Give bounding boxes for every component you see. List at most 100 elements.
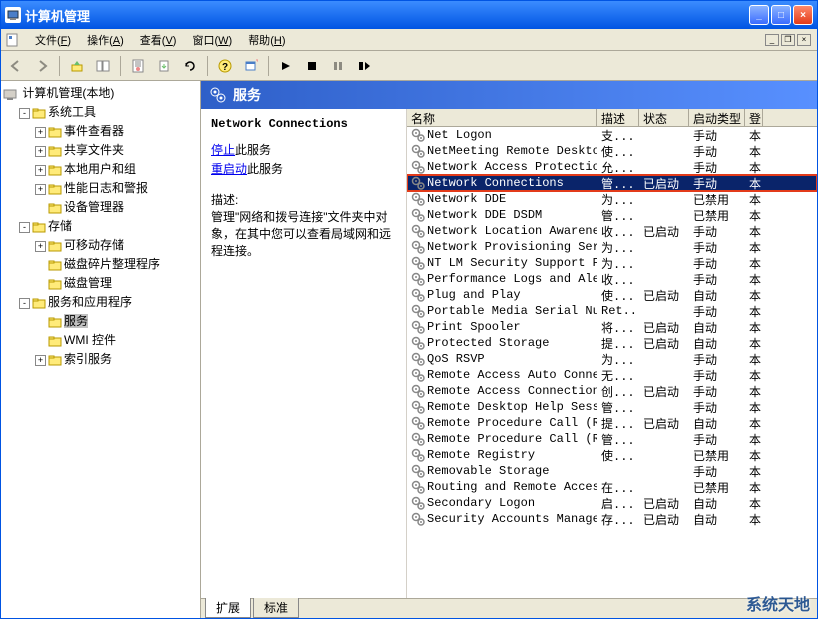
tree-node[interactable]: 设备管理器 [3,197,198,216]
service-row[interactable]: Network Location Awarene...收...已启动手动本 [407,223,817,239]
expand-icon[interactable]: + [35,355,46,366]
tree-node[interactable]: -系统工具 [3,102,198,121]
expand-icon[interactable]: + [35,241,46,252]
service-row[interactable]: Network DDE DSDM管...已禁用本 [407,207,817,223]
service-logon-cell: 本 [745,239,763,256]
service-row[interactable]: Network Access Protectio...允...手动本 [407,159,817,175]
service-row[interactable]: Network DDE为...已禁用本 [407,191,817,207]
col-description[interactable]: 描述 [597,109,639,126]
service-row[interactable]: Network Connections管...已启动手动本 [407,175,817,191]
tree-node[interactable]: 磁盘管理 [3,273,198,292]
tab-standard[interactable]: 标准 [253,598,299,618]
tree-node[interactable]: WMI 控件 [3,330,198,349]
tree-root[interactable]: 计算机管理(本地) [3,83,198,102]
menu-action[interactable]: 操作(A) [79,30,132,50]
service-row[interactable]: Print Spooler将...已启动自动本 [407,319,817,335]
service-startup-cell: 自动 [689,511,745,528]
service-name: Network Connections [211,117,396,131]
start-service-button[interactable] [275,55,297,77]
service-name-cell: Remote Desktop Help Sess... [427,400,597,414]
service-row[interactable]: Remote Procedure Call (RPC)提...已启动自动本 [407,415,817,431]
service-row[interactable]: Performance Logs and Alerts收...手动本 [407,271,817,287]
maximize-button[interactable]: □ [771,5,791,25]
tab-extended[interactable]: 扩展 [205,598,251,618]
tree-node[interactable]: -服务和应用程序 [3,292,198,311]
service-logon-cell: 本 [745,255,763,272]
service-row[interactable]: Security Accounts Manager存...已启动自动本 [407,511,817,527]
close-button[interactable]: × [793,5,813,25]
service-name-cell: Remote Registry [427,448,535,462]
forward-button[interactable] [31,55,53,77]
stop-service-link[interactable]: 停止 [211,143,235,157]
service-row[interactable]: Net Logon支...手动本 [407,127,817,143]
tree-node[interactable]: 服务 [3,311,198,330]
service-status-cell: 已启动 [639,335,689,352]
properties-button[interactable] [127,55,149,77]
service-row[interactable]: NT LM Security Support P...为...手动本 [407,255,817,271]
minimize-button[interactable]: _ [749,5,769,25]
titlebar[interactable]: 计算机管理 _ □ × [1,1,817,29]
tree-node[interactable]: +可移动存储 [3,235,198,254]
tree-node[interactable]: +性能日志和警报 [3,178,198,197]
tree-node[interactable]: +本地用户和组 [3,159,198,178]
show-hide-tree-button[interactable] [92,55,114,77]
back-button[interactable] [5,55,27,77]
refresh-button[interactable] [179,55,201,77]
service-startup-cell: 已禁用 [689,191,745,208]
expand-icon[interactable]: + [35,127,46,138]
service-row[interactable]: Network Provisioning Ser...为...手动本 [407,239,817,255]
service-row[interactable]: Secondary Logon启...已启动自动本 [407,495,817,511]
service-desc-cell: 存... [597,511,639,528]
expand-icon[interactable]: - [19,298,30,309]
expand-icon[interactable]: - [19,222,30,233]
tree-node[interactable]: 磁盘碎片整理程序 [3,254,198,273]
expand-icon[interactable]: + [35,184,46,195]
restart-service-link[interactable]: 重启动 [211,162,247,176]
menu-window[interactable]: 窗口(W) [184,30,240,50]
service-row[interactable]: NetMeeting Remote Deskto...使...手动本 [407,143,817,159]
up-button[interactable] [66,55,88,77]
app-icon [5,7,21,23]
restart-service-button[interactable] [353,55,375,77]
service-row[interactable]: Portable Media Serial Nu...Ret...手动本 [407,303,817,319]
expand-icon[interactable]: + [35,146,46,157]
expand-icon[interactable]: + [35,165,46,176]
tree-node[interactable]: +事件查看器 [3,121,198,140]
service-icon [411,256,425,270]
col-status[interactable]: 状态 [639,109,689,126]
service-startup-cell: 自动 [689,495,745,512]
mdi-minimize[interactable]: _ [765,34,779,46]
help-button[interactable]: ? [214,55,236,77]
service-desc-cell: 管... [597,399,639,416]
col-name[interactable]: 名称 [407,109,597,126]
service-row[interactable]: Remote Desktop Help Sess...管...手动本 [407,399,817,415]
stop-service-button[interactable] [301,55,323,77]
service-row[interactable]: Protected Storage提...已启动自动本 [407,335,817,351]
tree-node[interactable]: +索引服务 [3,349,198,368]
expand-icon[interactable]: - [19,108,30,119]
tree-node[interactable]: -存储 [3,216,198,235]
service-row[interactable]: Remote Access Auto Conne...无...手动本 [407,367,817,383]
tree-panel[interactable]: 计算机管理(本地) -系统工具+事件查看器+共享文件夹+本地用户和组+性能日志和… [1,81,201,618]
new-window-button[interactable] [240,55,262,77]
service-row[interactable]: Removable Storage手动本 [407,463,817,479]
menu-file[interactable]: 文件(F) [27,30,79,50]
export-button[interactable] [153,55,175,77]
service-row[interactable]: Remote Registry使...已禁用本 [407,447,817,463]
service-row[interactable]: QoS RSVP为...手动本 [407,351,817,367]
service-name-cell: Print Spooler [427,320,521,334]
pause-service-button[interactable] [327,55,349,77]
mdi-close[interactable]: × [797,34,811,46]
service-row[interactable]: Remote Access Connection...创...已启动手动本 [407,383,817,399]
mdi-restore[interactable]: ❐ [781,34,795,46]
service-row[interactable]: Plug and Play使...已启动自动本 [407,287,817,303]
menu-view[interactable]: 查看(V) [132,30,185,50]
col-startup[interactable]: 启动类型 [689,109,745,126]
list-body[interactable]: Net Logon支...手动本NetMeeting Remote Deskto… [407,127,817,598]
service-row[interactable]: Routing and Remote Access在...已禁用本 [407,479,817,495]
col-logon[interactable]: 登 [745,109,763,126]
service-row[interactable]: Remote Procedure Call (R...管...手动本 [407,431,817,447]
menu-help[interactable]: 帮助(H) [240,30,293,50]
tree-node[interactable]: +共享文件夹 [3,140,198,159]
service-startup-cell: 已禁用 [689,447,745,464]
